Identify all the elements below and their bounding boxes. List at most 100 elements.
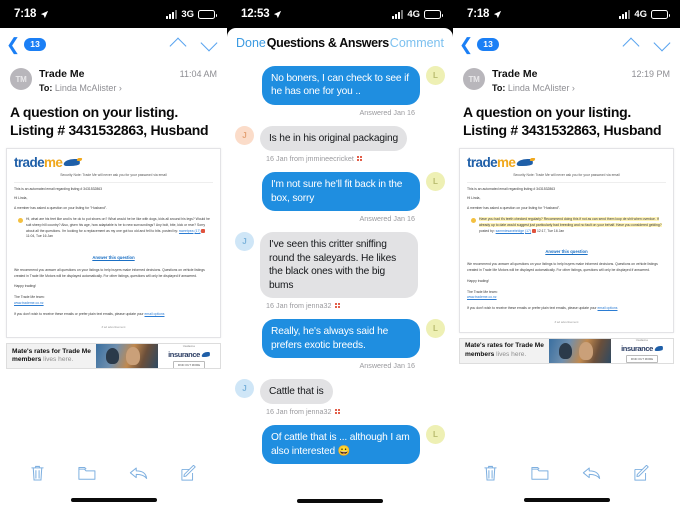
reply-arrow-icon[interactable] (129, 465, 148, 481)
chevron-left-icon[interactable]: ❮ (6, 36, 20, 53)
unsubscribe-line: If you don't wish to receive these email… (14, 312, 213, 318)
message-meta: Answered Jan 16 (235, 214, 445, 223)
advert-note: # ad advertisement (101, 325, 126, 330)
asker-rating[interactable]: (17) (194, 229, 200, 233)
email-body-wrap-left: trade me Security Note: Trade Me will nev… (0, 148, 227, 339)
recipient-name[interactable]: Linda McAlister (508, 83, 570, 93)
trademe-url-link[interactable]: www.trademe.co.nz (467, 295, 497, 299)
chevron-right-icon[interactable]: › (572, 83, 575, 93)
trash-icon[interactable] (30, 464, 45, 482)
qa-title: Questions & Answers (266, 36, 389, 50)
message-bubble[interactable]: I'm not sure he'll fit back in the box, … (262, 172, 420, 212)
asker-name[interactable]: sammiesaxebridge (496, 229, 524, 233)
team-label: The Trade Me team: (467, 289, 498, 294)
email-options-link[interactable]: email options (145, 312, 165, 316)
question-text-group: Hi, what are his feet like and is he ok … (26, 217, 213, 239)
message-bubble[interactable]: Really, he's always said he prefers exot… (262, 319, 420, 358)
compose-pencil-icon[interactable] (181, 465, 197, 481)
question-block: Hi, what are his feet like and is he ok … (14, 215, 213, 241)
email-options-link[interactable]: email options (598, 306, 618, 310)
battery-icon (198, 9, 217, 19)
chevron-right-icon[interactable]: › (119, 83, 122, 93)
greeting: Hi Linda, (14, 196, 28, 201)
email-footer-left: We recommend you answer all questions on… (7, 268, 220, 337)
page-title: A question on your listing. Listing # 34… (463, 104, 662, 139)
ad-banner-left[interactable]: Mate's rates for Trade Me members lives … (6, 343, 221, 370)
folder-icon[interactable] (78, 465, 96, 481)
chevron-left-icon[interactable]: ❮ (459, 36, 473, 53)
email-header: trade me Security Note: Trade Me will nev… (460, 149, 673, 183)
chevron-up-icon[interactable] (624, 39, 639, 49)
compose-pencil-icon[interactable] (634, 465, 650, 481)
asker-rating[interactable]: (17) (525, 229, 531, 233)
back-group[interactable]: ❮ 13 (6, 36, 47, 53)
done-button[interactable]: Done (236, 36, 266, 50)
message-bubble[interactable]: I've seen this critter sniffing round th… (260, 232, 418, 299)
qa-message: No boners, I can check to see if he has … (235, 66, 445, 105)
logo-part-trade: trade (14, 155, 45, 171)
ad-cta-button[interactable]: FIND OUT MORE (625, 355, 659, 363)
three-panel-screenshot: 7:18 3G ❮ 13 TM Trade Me To: Linda McAli… (0, 0, 680, 510)
message-meta: 16 Jan from jenna32 (235, 407, 445, 416)
page-title: A question on your listing. Listing # 34… (10, 104, 209, 139)
ad-brand-main: insurance (621, 344, 664, 353)
report-flag-icon[interactable] (356, 155, 364, 162)
message-stepper[interactable] (624, 39, 670, 49)
message-bubble[interactable]: Of cattle that is ... although I am also… (262, 425, 420, 465)
unsubscribe-line: If you don't wish to receive these email… (467, 306, 666, 312)
trademe-url-link[interactable]: www.trademe.co.nz (14, 301, 44, 305)
status-right-group: 3G (166, 9, 217, 20)
unread-badge[interactable]: 13 (477, 37, 500, 51)
qa-message: J Cattle that is (235, 378, 445, 405)
ad-brand-main: insurance (168, 350, 211, 359)
email-header: trade me Security Note: Trade Me will nev… (7, 149, 220, 183)
signal-bars-icon (619, 9, 631, 19)
folder-icon[interactable] (531, 465, 549, 481)
qa-message-list: No boners, I can check to see if he has … (227, 58, 453, 465)
asked-by-label: posted by: (479, 228, 495, 233)
trash-icon[interactable] (483, 464, 498, 482)
ad-headline-rest: lives here. (41, 356, 74, 364)
answer-this-question-link[interactable]: Answer this question (7, 248, 220, 268)
flag-icon (201, 228, 206, 233)
comment-button[interactable]: Comment (390, 36, 444, 50)
chevron-down-icon[interactable] (655, 39, 670, 49)
answer-this-question-link[interactable]: Answer this question (460, 242, 673, 262)
mail-toolbar-left (0, 452, 227, 510)
message-bubble[interactable]: Cattle that is (260, 378, 333, 405)
status-time: 7:18 (14, 8, 37, 20)
message-bubble[interactable]: No boners, I can check to see if he has … (262, 66, 420, 105)
chevron-up-icon[interactable] (171, 39, 186, 49)
unread-badge[interactable]: 13 (24, 37, 47, 51)
asker-name[interactable]: sweetpea (179, 229, 194, 233)
recipient-name[interactable]: Linda McAlister (55, 83, 117, 93)
report-flag-icon[interactable] (334, 408, 342, 415)
back-group[interactable]: ❮ 13 (459, 36, 500, 53)
footer-paragraph: We recommend you answer all questions on… (14, 267, 205, 278)
ad-cta-button[interactable]: FIND OUT MORE (172, 360, 206, 369)
ad-banner-right[interactable]: Mate's rates for Trade Me members lives … (459, 337, 674, 364)
chevron-down-icon[interactable] (202, 39, 217, 49)
battery-icon (651, 9, 670, 19)
reply-arrow-icon[interactable] (582, 465, 601, 481)
question-text-group: Have you had it's teeth checked regularl… (479, 217, 666, 234)
sender-row-right[interactable]: TM Trade Me To: Linda McAlister › 12:19 … (453, 60, 680, 100)
qa-message: Really, he's always said he prefers exot… (235, 319, 445, 358)
greeting: Hi Linda, (467, 196, 481, 201)
avatar: L (426, 425, 445, 445)
team-label: The Trade Me team: (14, 295, 45, 300)
battery-icon (424, 9, 443, 19)
message-bubble[interactable]: Is he in his original packaging (260, 125, 408, 152)
trademe-logo: trade me (467, 155, 666, 170)
recipient-line[interactable]: To: Linda McAlister › (492, 82, 624, 94)
trademe-swoosh-icon (201, 351, 211, 357)
happy-trading: Happy trading! (14, 284, 37, 289)
report-flag-icon[interactable] (334, 302, 342, 309)
sender-info: Trade Me To: Linda McAlister › (492, 68, 624, 94)
intro-line: A member has asked a question on your li… (14, 205, 108, 210)
sender-row-left[interactable]: TM Trade Me To: Linda McAlister › 11:04 … (0, 60, 227, 100)
question-timestamp: 12:17, Tue 16 Jan (536, 228, 565, 233)
recipient-line[interactable]: To: Linda McAlister › (39, 82, 173, 94)
message-stepper[interactable] (171, 39, 217, 49)
message-meta-text: 16 Jan from jmmineecricket (266, 154, 354, 164)
